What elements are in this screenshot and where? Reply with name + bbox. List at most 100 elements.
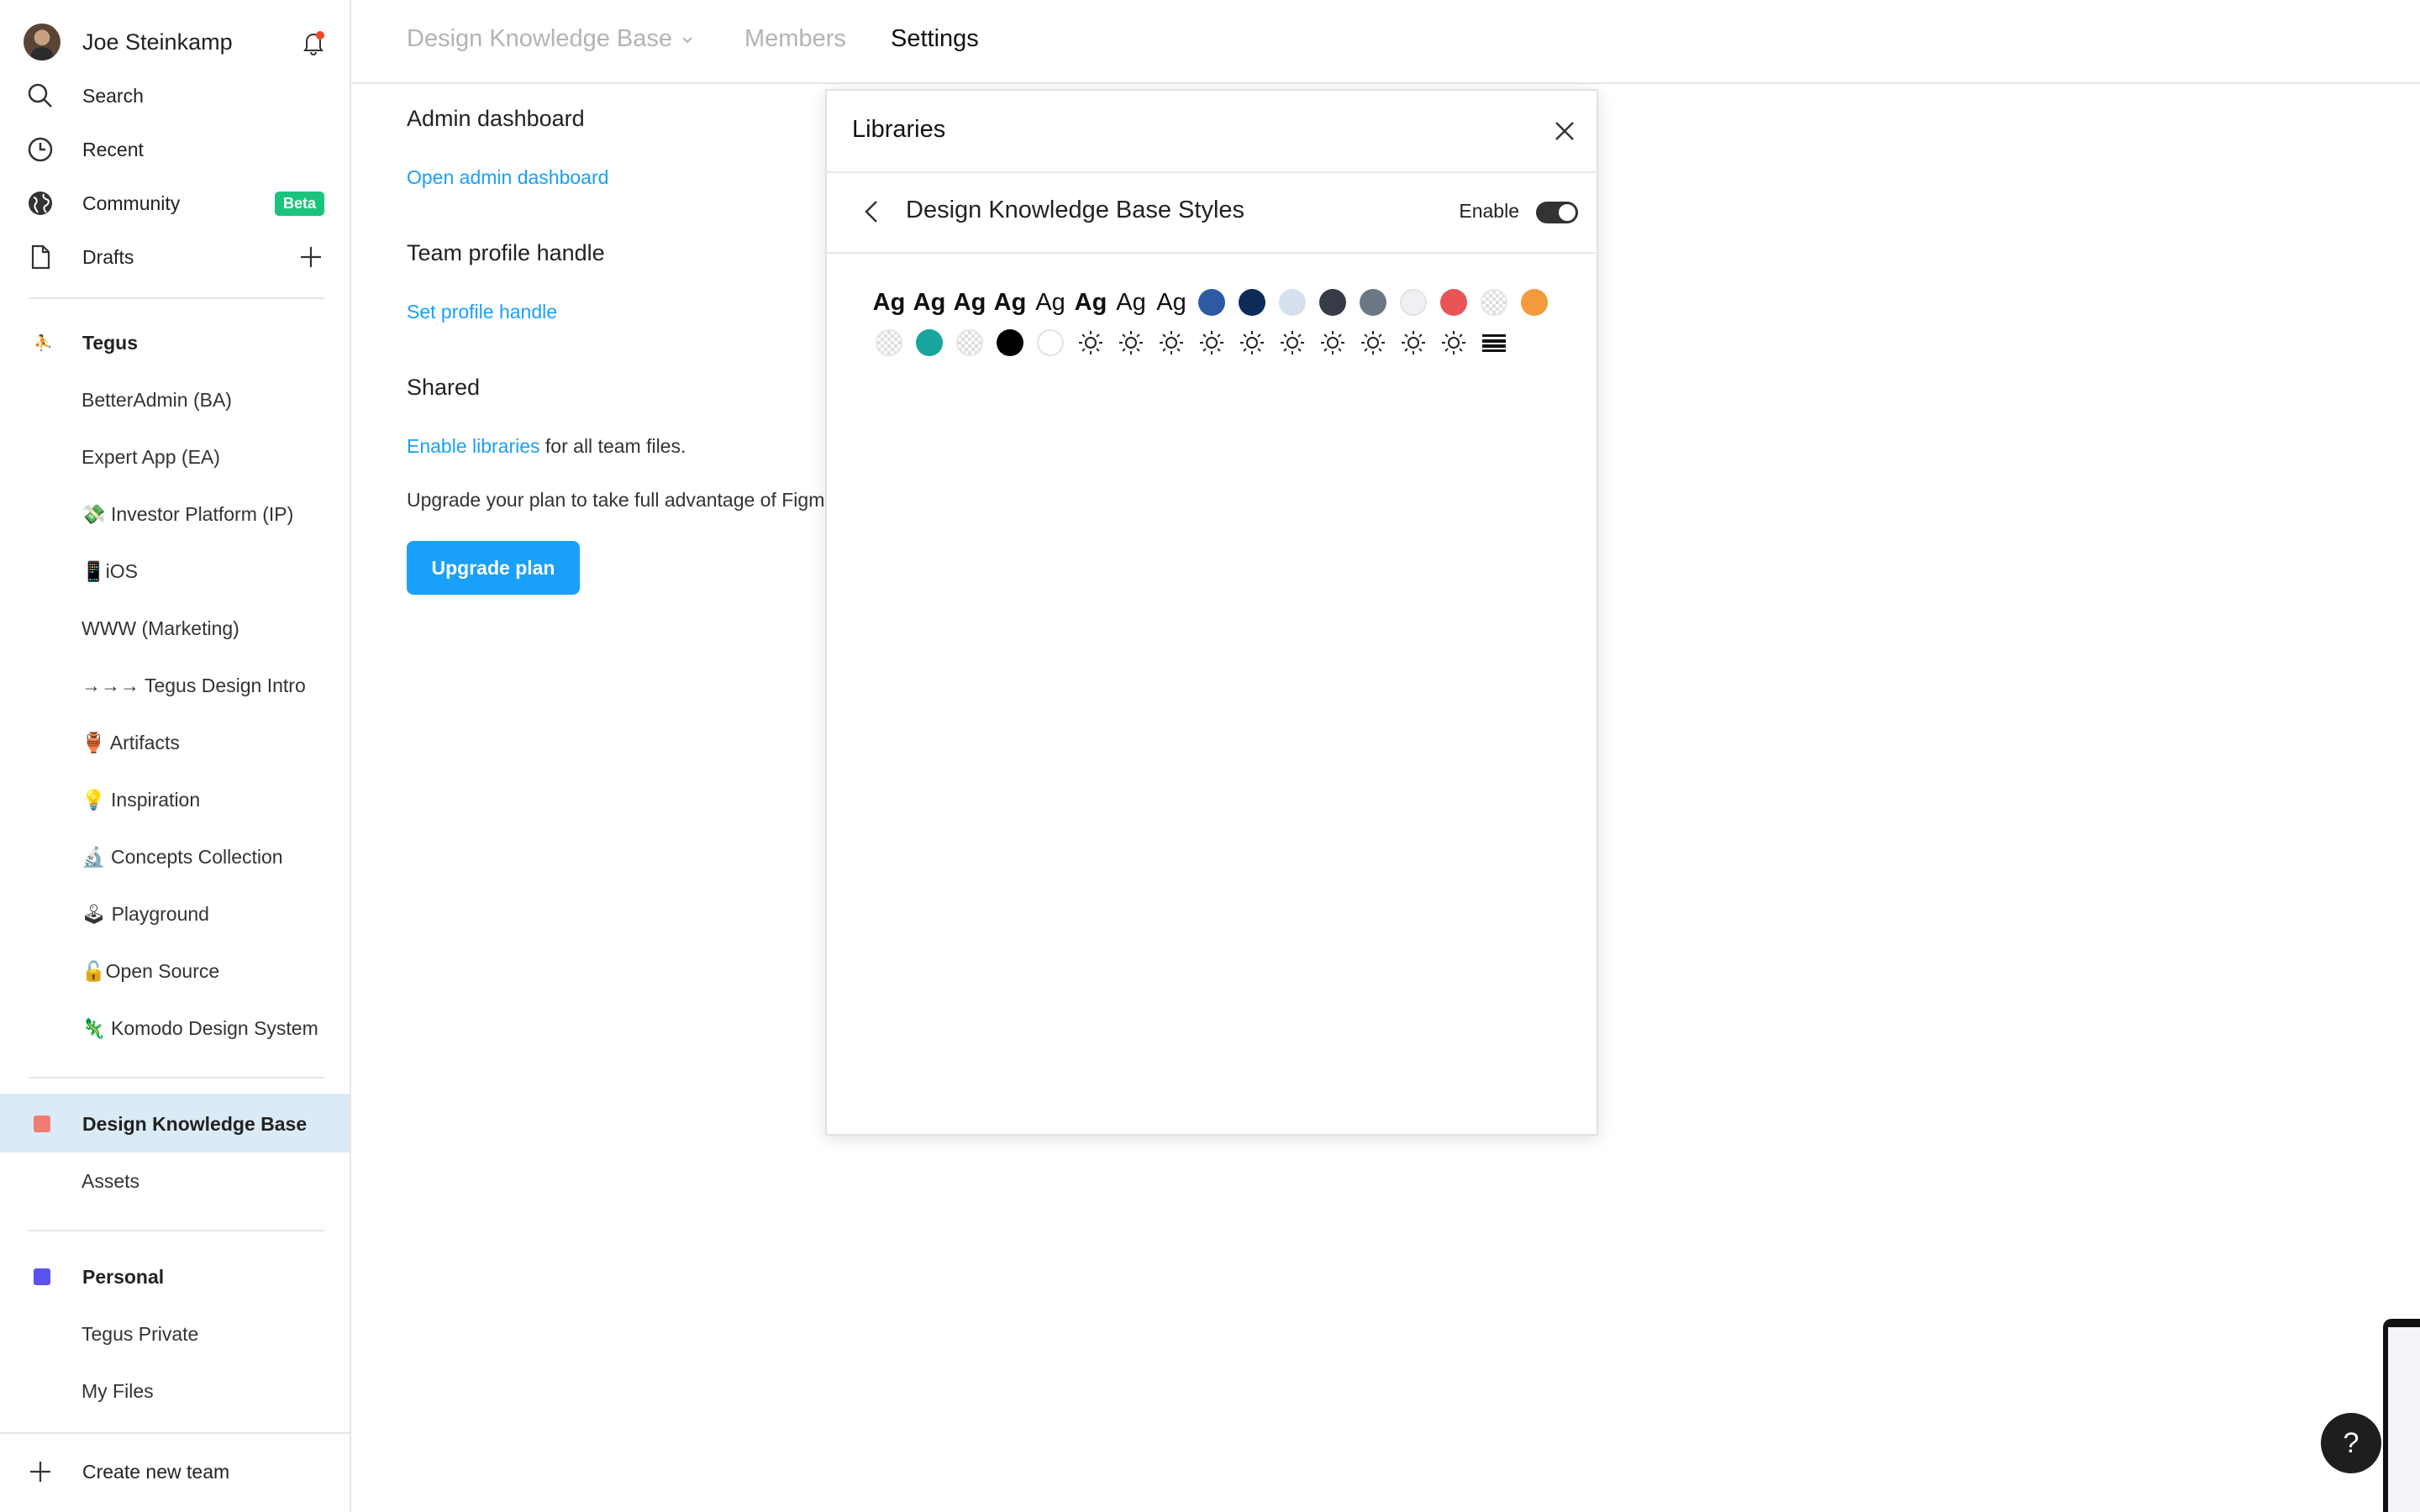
- project-item[interactable]: 📱iOS: [82, 553, 138, 590]
- project-item[interactable]: 🕹 Playground: [82, 895, 209, 932]
- project-item[interactable]: WWW (Marketing): [82, 610, 239, 647]
- project-item[interactable]: BetterAdmin (BA): [82, 381, 232, 418]
- text-style-sample: Ag: [1035, 288, 1065, 316]
- color-style-swatch[interactable]: [1232, 282, 1272, 323]
- search-icon: [28, 83, 52, 108]
- color-style-swatch[interactable]: [909, 323, 950, 363]
- top-nav: Design Knowledge Base Members Settings: [351, 0, 2420, 84]
- text-style-swatch[interactable]: Ag: [1151, 282, 1192, 323]
- nav-drafts[interactable]: Drafts: [24, 235, 328, 279]
- add-draft-icon[interactable]: [294, 240, 328, 274]
- project-item[interactable]: My Files: [82, 1373, 154, 1410]
- screenshot-thumbnail[interactable]: [2383, 1319, 2420, 1512]
- project-item[interactable]: 🏺 Artifacts: [82, 724, 180, 761]
- effect-style-swatch[interactable]: [1313, 323, 1353, 363]
- effect-style-swatch[interactable]: [1192, 323, 1232, 363]
- project-item[interactable]: Tegus Private: [82, 1315, 198, 1352]
- team-personal[interactable]: Personal: [34, 1258, 328, 1295]
- project-item[interactable]: 💸 Investor Platform (IP): [82, 496, 293, 533]
- color-style-swatch[interactable]: [1192, 282, 1232, 323]
- text-style-swatch[interactable]: Ag: [950, 282, 990, 323]
- text-style-swatch[interactable]: Ag: [990, 282, 1030, 323]
- notification-bell-icon[interactable]: [299, 29, 328, 57]
- color-style-swatch[interactable]: [950, 323, 990, 363]
- divider: [0, 1432, 350, 1434]
- tab-members[interactable]: Members: [744, 25, 846, 53]
- create-team-button[interactable]: Create new team: [24, 1453, 229, 1490]
- set-profile-handle-link[interactable]: Set profile handle: [407, 301, 557, 323]
- chevron-down-icon: [682, 36, 692, 43]
- open-admin-dashboard-link[interactable]: Open admin dashboard: [407, 166, 608, 189]
- project-item[interactable]: Assets: [82, 1163, 139, 1200]
- nav-drafts-label: Drafts: [82, 245, 134, 268]
- text-style-sample: Ag: [953, 288, 986, 316]
- color-style-swatch[interactable]: [1393, 282, 1434, 323]
- text-style-swatch[interactable]: Ag: [869, 282, 909, 323]
- tab-team-label: Design Knowledge Base: [407, 25, 672, 52]
- project-item[interactable]: Expert App (EA): [82, 438, 220, 475]
- color-dot: [1521, 289, 1548, 316]
- upgrade-text: Upgrade your plan to take full advantage…: [407, 489, 825, 511]
- project-item[interactable]: →→→ Tegus Design Intro: [82, 667, 306, 704]
- effect-style-swatch[interactable]: [1071, 323, 1111, 363]
- nav-community[interactable]: Community Beta: [24, 181, 328, 225]
- help-button[interactable]: ?: [2321, 1413, 2381, 1473]
- color-style-swatch[interactable]: [990, 323, 1030, 363]
- plus-icon: [30, 1462, 50, 1482]
- text-style-sample: Ag: [872, 288, 906, 316]
- color-style-swatch[interactable]: [1514, 282, 1555, 323]
- effect-style-swatch[interactable]: [1272, 323, 1313, 363]
- sun-icon: [1402, 331, 1425, 354]
- color-dot: [1279, 289, 1306, 316]
- color-style-swatch[interactable]: [1272, 282, 1313, 323]
- effect-style-swatch[interactable]: [1232, 323, 1272, 363]
- project-item[interactable]: 🔓Open Source: [82, 953, 219, 990]
- avatar[interactable]: [24, 24, 60, 60]
- effect-style-swatch[interactable]: [1111, 323, 1151, 363]
- divider: [29, 1077, 324, 1079]
- project-item[interactable]: 🦎 Komodo Design System: [82, 1010, 318, 1047]
- sun-icon: [1361, 331, 1385, 354]
- grid-style-swatch[interactable]: [1474, 323, 1514, 363]
- color-style-swatch[interactable]: [869, 323, 909, 363]
- color-style-swatch[interactable]: [1313, 282, 1353, 323]
- nav-recent[interactable]: Recent: [24, 128, 328, 171]
- effect-style-swatch[interactable]: [1151, 323, 1192, 363]
- tab-team-switcher[interactable]: Design Knowledge Base: [407, 25, 694, 53]
- color-style-swatch[interactable]: [1353, 282, 1393, 323]
- color-style-swatch[interactable]: [1474, 282, 1514, 323]
- sun-icon: [1200, 331, 1223, 354]
- text-style-swatch[interactable]: Ag: [1111, 282, 1151, 323]
- text-style-swatch[interactable]: Ag: [1030, 282, 1071, 323]
- enable-label: Enable: [1459, 200, 1519, 222]
- nav-search[interactable]: Search: [24, 74, 328, 118]
- user-menu[interactable]: Joe Steinkamp: [24, 22, 328, 62]
- back-arrow-icon[interactable]: [855, 195, 889, 228]
- enable-libraries-link[interactable]: Enable libraries: [407, 435, 540, 457]
- team-color-swatch: [34, 1116, 50, 1132]
- text-style-sample: Ag: [1074, 288, 1107, 316]
- color-style-swatch[interactable]: [1030, 323, 1071, 363]
- color-dot: [916, 329, 943, 356]
- text-style-swatch[interactable]: Ag: [1071, 282, 1111, 323]
- effect-style-swatch[interactable]: [1353, 323, 1393, 363]
- divider: [29, 297, 324, 299]
- enable-library-toggle[interactable]: [1536, 202, 1578, 223]
- text-style-swatch[interactable]: Ag: [909, 282, 950, 323]
- color-dot: [997, 329, 1023, 356]
- color-style-swatch[interactable]: [1434, 282, 1474, 323]
- tegus-logo-icon: ⛹: [34, 333, 53, 351]
- team-design-knowledge-base[interactable]: Design Knowledge Base: [34, 1105, 328, 1142]
- effect-style-swatch[interactable]: [1434, 323, 1474, 363]
- effect-style-swatch[interactable]: [1393, 323, 1434, 363]
- project-item[interactable]: 💡 Inspiration: [82, 781, 200, 818]
- user-name: Joe Steinkamp: [82, 29, 233, 55]
- team-tegus[interactable]: ⛹ Tegus: [34, 324, 328, 361]
- clock-icon: [28, 137, 53, 162]
- tab-settings[interactable]: Settings: [891, 25, 979, 53]
- upgrade-plan-button[interactable]: Upgrade plan: [407, 541, 580, 595]
- project-item[interactable]: 🔬 Concepts Collection: [82, 838, 283, 875]
- team-name: Design Knowledge Base: [82, 1112, 308, 1135]
- color-dot: [1037, 329, 1064, 356]
- close-icon[interactable]: [1548, 114, 1581, 148]
